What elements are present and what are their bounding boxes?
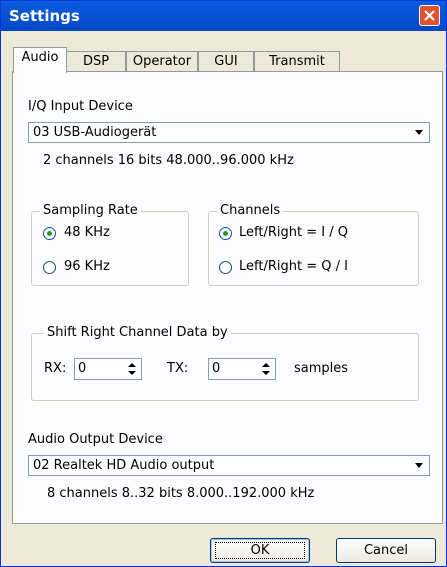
rx-value[interactable]: 0 <box>78 361 86 376</box>
focus-rectangle <box>215 542 305 559</box>
sampling-rate-group: Sampling Rate 48 KHz 96 KHz <box>31 203 189 286</box>
audio-output-info: 8 channels 8..32 bits 8.000..192.000 kHz <box>47 486 315 501</box>
ok-button[interactable]: OK <box>210 538 310 563</box>
radio-iq-label[interactable]: Left/Right = I / Q <box>239 225 348 240</box>
channels-caption: Channels <box>217 203 284 218</box>
tab-dsp[interactable]: DSP <box>66 51 126 71</box>
window-title: Settings <box>9 7 80 25</box>
tab-transmit[interactable]: Transmit <box>254 51 340 71</box>
rx-spinner[interactable]: 0 <box>74 358 142 380</box>
title-bar[interactable]: Settings <box>1 1 446 31</box>
settings-window: Settings Audio DSP Operator GUI Transmit… <box>0 0 447 567</box>
chevron-down-icon[interactable] <box>409 456 429 475</box>
shift-caption: Shift Right Channel Data by <box>44 325 231 340</box>
iq-input-device-value: 03 USB-Audiogerät <box>33 125 157 140</box>
radio-qi[interactable] <box>219 261 232 274</box>
radio-96khz[interactable] <box>43 261 56 274</box>
shift-right-channel-group: Shift Right Channel Data by RX: 0 TX: 0 … <box>31 325 419 401</box>
cancel-button-label: Cancel <box>363 543 409 558</box>
radio-48khz-label[interactable]: 48 KHz <box>64 225 110 240</box>
audio-output-device-select[interactable]: 02 Realtek HD Audio output <box>28 455 430 476</box>
radio-qi-label[interactable]: Left/Right = Q / I <box>239 259 348 274</box>
spinner-arrows-icon[interactable] <box>125 361 139 377</box>
tx-label: TX: <box>167 361 189 376</box>
tab-gui[interactable]: GUI <box>198 51 254 71</box>
channels-group: Channels Left/Right = I / Q Left/Right =… <box>208 203 419 286</box>
radio-48khz[interactable] <box>43 227 56 240</box>
radio-selected-dot <box>223 231 228 236</box>
sampling-rate-caption: Sampling Rate <box>40 203 141 218</box>
iq-input-info: 2 channels 16 bits 48.000..96.000 kHz <box>43 153 294 168</box>
chevron-down-icon[interactable] <box>409 123 429 142</box>
tab-operator[interactable]: Operator <box>126 51 198 71</box>
iq-input-label: I/Q Input Device <box>28 99 133 114</box>
audio-output-device-value: 02 Realtek HD Audio output <box>33 458 215 473</box>
tx-value[interactable]: 0 <box>212 361 220 376</box>
audio-tab-panel: I/Q Input Device 03 USB-Audiogerät 2 cha… <box>12 71 443 524</box>
close-icon <box>424 10 435 21</box>
samples-unit: samples <box>294 361 349 376</box>
cancel-button[interactable]: Cancel <box>336 538 436 563</box>
close-button[interactable] <box>419 5 440 26</box>
rx-label: RX: <box>44 361 67 376</box>
audio-output-label: Audio Output Device <box>28 432 163 447</box>
iq-input-device-select[interactable]: 03 USB-Audiogerät <box>28 122 430 143</box>
radio-selected-dot <box>47 231 52 236</box>
radio-iq[interactable] <box>219 227 232 240</box>
tab-audio[interactable]: Audio <box>13 47 67 73</box>
spinner-arrows-icon[interactable] <box>259 361 273 377</box>
radio-96khz-label[interactable]: 96 KHz <box>64 259 110 274</box>
tx-spinner[interactable]: 0 <box>208 358 276 380</box>
